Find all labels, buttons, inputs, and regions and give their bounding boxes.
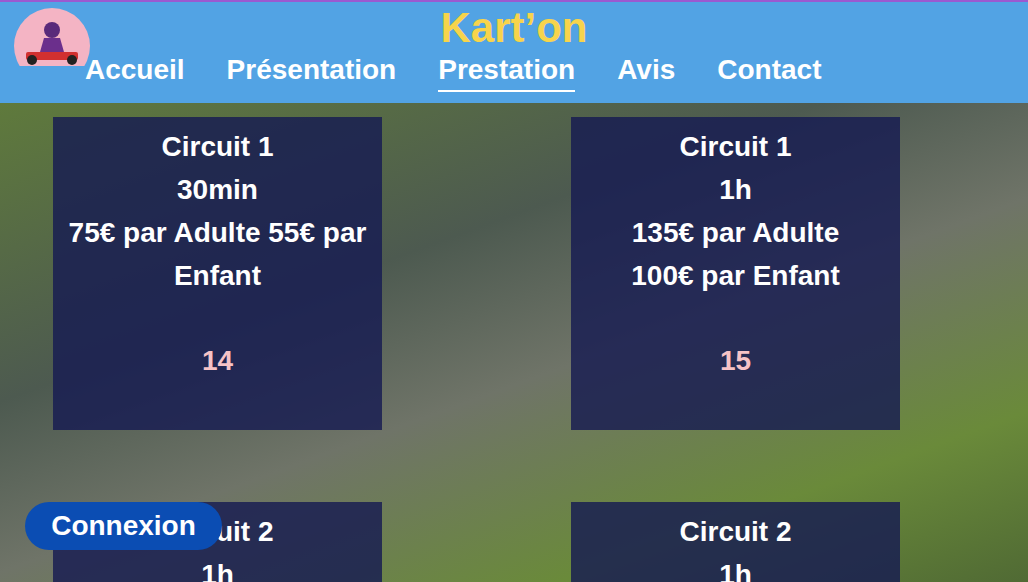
card-line: 30min: [177, 168, 258, 211]
card-line: Circuit 1: [679, 125, 791, 168]
card-line: Circuit 1: [161, 125, 273, 168]
nav-item[interactable]: Contact: [717, 52, 821, 92]
offer-card[interactable]: Circuit 130min75€ par Adulte 55€ par Enf…: [53, 117, 382, 430]
card-number: 15: [720, 339, 751, 382]
card-line: 135€ par Adulte: [632, 211, 839, 254]
header: Kart’on Accueil Présentation Prestation Avis…: [0, 0, 1028, 103]
site-title: Kart’on: [441, 4, 588, 52]
nav-item[interactable]: Prestation: [438, 52, 575, 92]
card-line: 75€ par Adulte 55€ par Enfant: [63, 211, 372, 297]
logo[interactable]: [12, 8, 92, 66]
login-button[interactable]: Connexion: [25, 502, 222, 550]
card-line: Circuit 2: [679, 510, 791, 553]
kart-logo-icon: [12, 8, 92, 66]
offer-card[interactable]: Circuit 11h135€ par Adulte100€ par Enfan…: [571, 117, 900, 430]
card-number: 14: [202, 339, 233, 382]
nav-item[interactable]: Présentation: [227, 52, 397, 92]
nav-bar: Accueil Présentation Prestation Avis Contact: [0, 52, 1028, 92]
card-line: 1h: [201, 553, 234, 582]
nav-item[interactable]: Accueil: [85, 52, 185, 92]
card-line: 1h: [719, 553, 752, 582]
page: Kart’on Accueil Présentation Prestation Avis…: [0, 0, 1028, 582]
offer-card[interactable]: Circuit 21h: [571, 502, 900, 582]
card-line: 1h: [719, 168, 752, 211]
nav-item[interactable]: Avis: [617, 52, 675, 92]
card-line: 100€ par Enfant: [631, 254, 840, 297]
